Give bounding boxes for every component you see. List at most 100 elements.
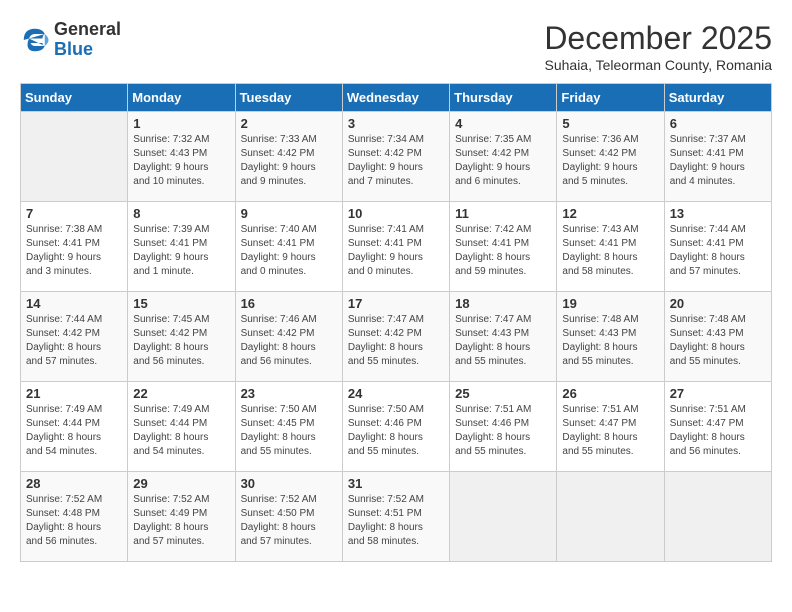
day-number: 17 (348, 296, 444, 311)
day-info: Sunrise: 7:48 AM Sunset: 4:43 PM Dayligh… (562, 313, 658, 369)
day-number: 26 (562, 386, 658, 401)
day-info: Sunrise: 7:42 AM Sunset: 4:41 PM Dayligh… (455, 223, 551, 279)
calendar-cell: 22 Sunrise: 7:49 AM Sunset: 4:44 PM Dayli… (128, 382, 235, 472)
calendar-cell: 11 Sunrise: 7:42 AM Sunset: 4:41 PM Dayli… (450, 202, 557, 292)
calendar-cell: 6Sunrise: 7:37 AM Sunset: 4:41 PM Daylig… (664, 112, 771, 202)
day-number: 30 (241, 476, 337, 491)
location-subtitle: Suhaia, Teleorman County, Romania (544, 57, 772, 73)
day-info: Sunrise: 7:49 AM Sunset: 4:44 PM Dayligh… (133, 403, 229, 459)
day-number: 19 (562, 296, 658, 311)
day-number: 7 (26, 206, 122, 221)
day-number: 15 (133, 296, 229, 311)
calendar-cell: 17 Sunrise: 7:47 AM Sunset: 4:42 PM Dayli… (342, 292, 449, 382)
calendar-cell (664, 472, 771, 562)
day-info: Sunrise: 7:50 AM Sunset: 4:46 PM Dayligh… (348, 403, 444, 459)
day-info: Sunrise: 7:51 AM Sunset: 4:47 PM Dayligh… (562, 403, 658, 459)
day-number: 27 (670, 386, 766, 401)
calendar-table: SundayMondayTuesdayWednesdayThursdayFrid… (20, 83, 772, 562)
calendar-cell: 30 Sunrise: 7:52 AM Sunset: 4:50 PM Dayli… (235, 472, 342, 562)
day-info: Sunrise: 7:51 AM Sunset: 4:47 PM Dayligh… (670, 403, 766, 459)
day-info: Sunrise: 7:51 AM Sunset: 4:46 PM Dayligh… (455, 403, 551, 459)
day-number: 11 (455, 206, 551, 221)
calendar-cell: 4 Sunrise: 7:35 AM Sunset: 4:42 PM Daylig… (450, 112, 557, 202)
day-info: Sunrise: 7:35 AM Sunset: 4:42 PM Dayligh… (455, 133, 551, 189)
day-number: 5 (562, 116, 658, 131)
day-info: Sunrise: 7:41 AM Sunset: 4:41 PM Dayligh… (348, 223, 444, 279)
day-info: Sunrise: 7:34 AM Sunset: 4:42 PM Dayligh… (348, 133, 444, 189)
calendar-cell: 7 Sunrise: 7:38 AM Sunset: 4:41 PM Daylig… (21, 202, 128, 292)
day-number: 10 (348, 206, 444, 221)
day-number: 9 (241, 206, 337, 221)
calendar-day-header: Monday (128, 84, 235, 112)
day-number: 24 (348, 386, 444, 401)
day-info: Sunrise: 7:49 AM Sunset: 4:44 PM Dayligh… (26, 403, 122, 459)
calendar-week-row: 14 Sunrise: 7:44 AM Sunset: 4:42 PM Dayli… (21, 292, 772, 382)
calendar-cell: 23Sunrise: 7:50 AM Sunset: 4:45 PM Dayli… (235, 382, 342, 472)
day-number: 2 (241, 116, 337, 131)
calendar-day-header: Wednesday (342, 84, 449, 112)
logo-icon (20, 25, 50, 55)
calendar-cell: 18 Sunrise: 7:47 AM Sunset: 4:43 PM Dayli… (450, 292, 557, 382)
day-info: Sunrise: 7:46 AM Sunset: 4:42 PM Dayligh… (241, 313, 337, 369)
title-block: December 2025 Suhaia, Teleorman County, … (544, 20, 772, 73)
calendar-cell: 10 Sunrise: 7:41 AM Sunset: 4:41 PM Dayli… (342, 202, 449, 292)
day-number: 1 (133, 116, 229, 131)
page-header: General Blue December 2025 Suhaia, Teleo… (20, 20, 772, 73)
day-info: Sunrise: 7:50 AM Sunset: 4:45 PM Dayligh… (241, 403, 337, 459)
calendar-cell: 12Sunrise: 7:43 AM Sunset: 4:41 PM Dayli… (557, 202, 664, 292)
calendar-cell: 16 Sunrise: 7:46 AM Sunset: 4:42 PM Dayli… (235, 292, 342, 382)
calendar-cell (21, 112, 128, 202)
day-number: 16 (241, 296, 337, 311)
calendar-header-row: SundayMondayTuesdayWednesdayThursdayFrid… (21, 84, 772, 112)
day-number: 14 (26, 296, 122, 311)
calendar-cell: 1 Sunrise: 7:32 AM Sunset: 4:43 PM Daylig… (128, 112, 235, 202)
day-number: 12 (562, 206, 658, 221)
calendar-cell: 8 Sunrise: 7:39 AM Sunset: 4:41 PM Daylig… (128, 202, 235, 292)
logo: General Blue (20, 20, 121, 60)
calendar-cell: 14 Sunrise: 7:44 AM Sunset: 4:42 PM Dayli… (21, 292, 128, 382)
day-number: 8 (133, 206, 229, 221)
calendar-cell: 15 Sunrise: 7:45 AM Sunset: 4:42 PM Dayli… (128, 292, 235, 382)
day-info: Sunrise: 7:32 AM Sunset: 4:43 PM Dayligh… (133, 133, 229, 189)
calendar-cell (450, 472, 557, 562)
day-info: Sunrise: 7:44 AM Sunset: 4:42 PM Dayligh… (26, 313, 122, 369)
day-number: 31 (348, 476, 444, 491)
day-info: Sunrise: 7:45 AM Sunset: 4:42 PM Dayligh… (133, 313, 229, 369)
day-info: Sunrise: 7:37 AM Sunset: 4:41 PM Dayligh… (670, 133, 766, 189)
day-info: Sunrise: 7:52 AM Sunset: 4:50 PM Dayligh… (241, 493, 337, 549)
calendar-cell: 2 Sunrise: 7:33 AM Sunset: 4:42 PM Daylig… (235, 112, 342, 202)
day-number: 20 (670, 296, 766, 311)
day-number: 4 (455, 116, 551, 131)
day-info: Sunrise: 7:48 AM Sunset: 4:43 PM Dayligh… (670, 313, 766, 369)
day-info: Sunrise: 7:52 AM Sunset: 4:49 PM Dayligh… (133, 493, 229, 549)
day-info: Sunrise: 7:47 AM Sunset: 4:42 PM Dayligh… (348, 313, 444, 369)
calendar-day-header: Tuesday (235, 84, 342, 112)
calendar-cell: 3Sunrise: 7:34 AM Sunset: 4:42 PM Daylig… (342, 112, 449, 202)
day-number: 21 (26, 386, 122, 401)
logo-text: General Blue (54, 20, 121, 60)
calendar-cell: 19 Sunrise: 7:48 AM Sunset: 4:43 PM Dayli… (557, 292, 664, 382)
day-number: 13 (670, 206, 766, 221)
calendar-cell: 31 Sunrise: 7:52 AM Sunset: 4:51 PM Dayli… (342, 472, 449, 562)
day-info: Sunrise: 7:33 AM Sunset: 4:42 PM Dayligh… (241, 133, 337, 189)
day-info: Sunrise: 7:40 AM Sunset: 4:41 PM Dayligh… (241, 223, 337, 279)
calendar-day-header: Friday (557, 84, 664, 112)
day-number: 25 (455, 386, 551, 401)
day-info: Sunrise: 7:47 AM Sunset: 4:43 PM Dayligh… (455, 313, 551, 369)
calendar-cell: 25 Sunrise: 7:51 AM Sunset: 4:46 PM Dayli… (450, 382, 557, 472)
day-number: 22 (133, 386, 229, 401)
calendar-day-header: Sunday (21, 84, 128, 112)
day-info: Sunrise: 7:39 AM Sunset: 4:41 PM Dayligh… (133, 223, 229, 279)
calendar-cell: 5Sunrise: 7:36 AM Sunset: 4:42 PM Daylig… (557, 112, 664, 202)
calendar-cell: 24 Sunrise: 7:50 AM Sunset: 4:46 PM Dayli… (342, 382, 449, 472)
day-info: Sunrise: 7:38 AM Sunset: 4:41 PM Dayligh… (26, 223, 122, 279)
calendar-week-row: 21 Sunrise: 7:49 AM Sunset: 4:44 PM Dayli… (21, 382, 772, 472)
day-info: Sunrise: 7:52 AM Sunset: 4:51 PM Dayligh… (348, 493, 444, 549)
calendar-cell: 9 Sunrise: 7:40 AM Sunset: 4:41 PM Daylig… (235, 202, 342, 292)
day-number: 29 (133, 476, 229, 491)
calendar-week-row: 7 Sunrise: 7:38 AM Sunset: 4:41 PM Daylig… (21, 202, 772, 292)
calendar-body: 1 Sunrise: 7:32 AM Sunset: 4:43 PM Daylig… (21, 112, 772, 562)
day-number: 18 (455, 296, 551, 311)
calendar-week-row: 1 Sunrise: 7:32 AM Sunset: 4:43 PM Daylig… (21, 112, 772, 202)
calendar-day-header: Saturday (664, 84, 771, 112)
